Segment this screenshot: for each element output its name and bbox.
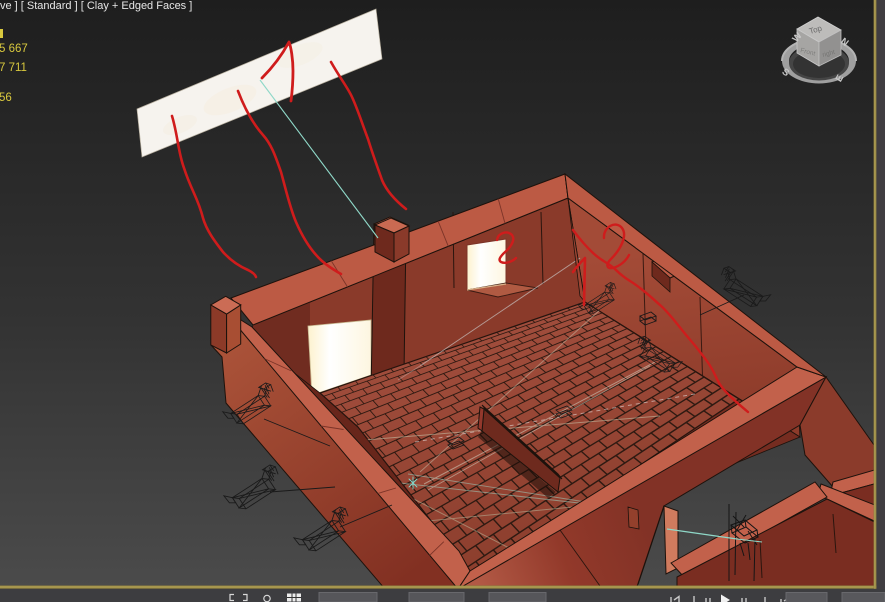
svg-text:ve ] [ Standard ] [ Clay + Edg: ve ] [ Standard ] [ Clay + Edged Faces ] [0, 0, 192, 12]
svg-text:7 711: 7 711 [0, 62, 27, 74]
svg-text:56: 56 [0, 92, 12, 104]
svg-text:5 667: 5 667 [0, 43, 28, 55]
